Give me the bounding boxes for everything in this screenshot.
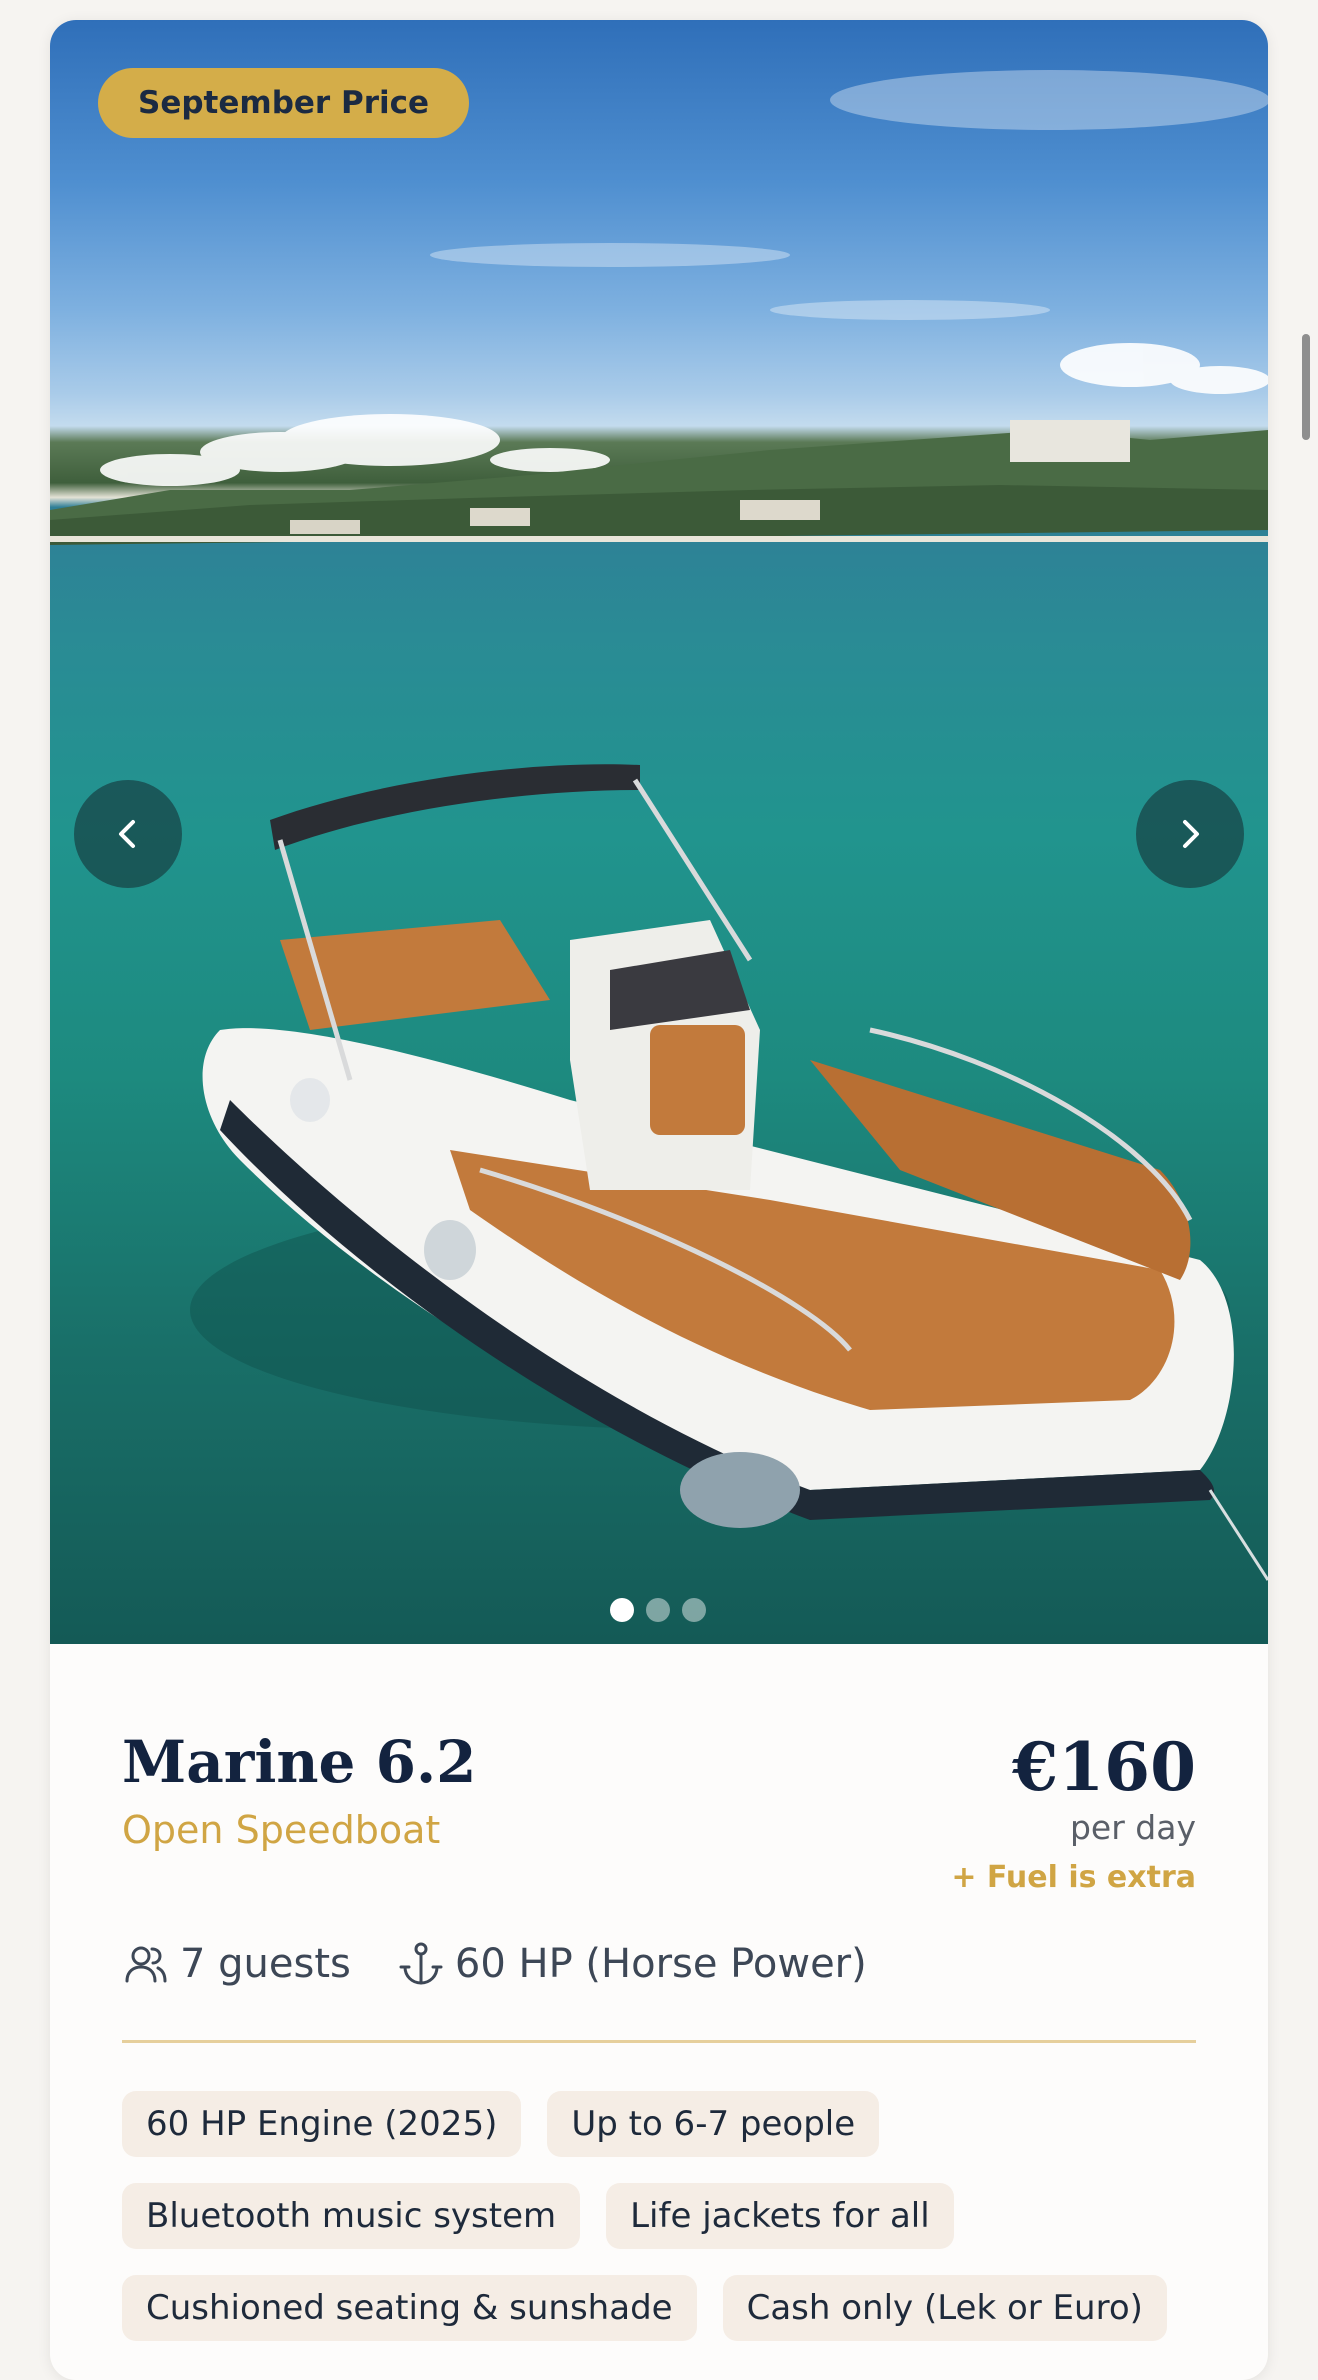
feature-tag: Up to 6-7 people	[547, 2091, 880, 2157]
users-icon	[125, 1946, 167, 1983]
boat-info: Marine 6.2 Open Speedboat €160 per day +…	[50, 1644, 1268, 2341]
price: €160	[1012, 1728, 1196, 1806]
previous-photo-button[interactable]	[74, 780, 182, 888]
feature-tag: Bluetooth music system	[122, 2183, 581, 2249]
carousel-dot[interactable]	[682, 1598, 706, 1622]
season-badge: September Price	[98, 68, 470, 138]
feature-tag: Cushioned seating & sunshade	[122, 2275, 697, 2341]
guests-spec: 7 guests	[122, 1940, 351, 1988]
chevron-right-icon	[1183, 820, 1199, 848]
power-label: 60 HP (Horse Power)	[454, 1941, 867, 1987]
divider	[122, 2040, 1196, 2043]
boat-type: Open Speedboat	[122, 1808, 441, 1852]
carousel-dot[interactable]	[646, 1598, 670, 1622]
feature-tags: 60 HP Engine (2025) Up to 6-7 people Blu…	[122, 2091, 1202, 2341]
chevron-left-icon	[119, 820, 135, 848]
title-row: Marine 6.2 Open Speedboat €160 per day +…	[122, 1728, 1196, 1898]
anchor-icon	[399, 1942, 443, 1985]
carousel-dot[interactable]	[610, 1598, 634, 1622]
boat-photo	[50, 70, 1268, 1581]
page-scrollbar[interactable]	[1302, 334, 1310, 440]
name-block: Marine 6.2 Open Speedboat	[122, 1728, 477, 1854]
spec-row: 7 guests 60 HP (Horse Power)	[122, 1940, 1196, 1988]
next-photo-button[interactable]	[1136, 780, 1244, 888]
feature-tag: Life jackets for all	[606, 2183, 954, 2249]
fuel-note: + Fuel is extra	[951, 1860, 1196, 1895]
price-block: €160 per day + Fuel is extra	[951, 1728, 1196, 1898]
boat-card[interactable]: September Price Marine 6.2 Open Speedboa…	[50, 20, 1268, 2380]
price-unit: per day	[1069, 1808, 1196, 1847]
boat-name: Marine 6.2	[122, 1728, 477, 1796]
feature-tag: 60 HP Engine (2025)	[122, 2091, 522, 2157]
boat-photo-carousel[interactable]: September Price	[50, 20, 1268, 1644]
feature-tag: Cash only (Lek or Euro)	[722, 2275, 1167, 2341]
guests-label: 7 guests	[180, 1941, 351, 1987]
power-spec: 60 HP (Horse Power)	[397, 1940, 867, 1988]
carousel-dots	[610, 1598, 706, 1622]
